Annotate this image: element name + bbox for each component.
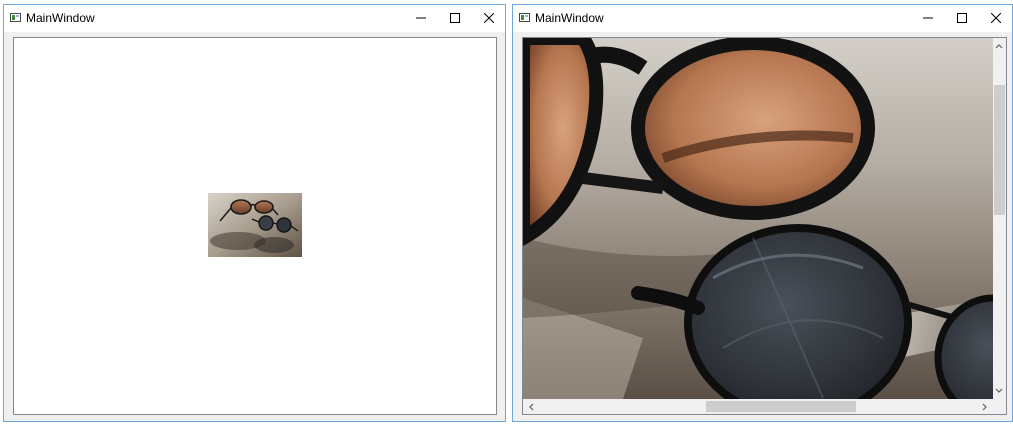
close-button[interactable]	[979, 5, 1012, 32]
maximize-button[interactable]	[438, 5, 472, 32]
sunglasses-thumbnail	[208, 193, 302, 257]
maximize-icon	[450, 13, 460, 23]
maximize-icon	[957, 13, 967, 23]
close-icon	[991, 13, 1001, 23]
minimize-button[interactable]	[404, 5, 438, 32]
title-bar[interactable]: MainWindow	[513, 5, 1012, 32]
scrollbar-corner	[993, 399, 1006, 414]
main-window-left[interactable]: MainWindow	[3, 4, 506, 422]
minimize-icon	[923, 17, 933, 19]
title-bar[interactable]: MainWindow	[4, 5, 505, 32]
horizontal-scroll-thumb[interactable]	[706, 401, 856, 412]
window-title: MainWindow	[26, 11, 95, 25]
scroll-right-arrow-icon[interactable]	[979, 401, 991, 413]
minimize-icon	[416, 17, 426, 19]
minimize-button[interactable]	[911, 5, 945, 32]
window-title: MainWindow	[535, 11, 604, 25]
scroll-down-arrow-icon[interactable]	[993, 385, 1005, 397]
close-button[interactable]	[472, 5, 505, 32]
scroll-area[interactable]	[522, 37, 1007, 415]
main-window-right[interactable]: MainWindow	[512, 4, 1013, 422]
maximize-button[interactable]	[945, 5, 979, 32]
app-window-icon[interactable]	[519, 13, 530, 22]
close-icon	[484, 13, 494, 23]
app-window-icon[interactable]	[10, 13, 21, 22]
scroll-up-arrow-icon[interactable]	[993, 40, 1005, 52]
vertical-scroll-thumb[interactable]	[994, 85, 1005, 215]
vertical-scrollbar[interactable]	[993, 38, 1006, 399]
image-viewport[interactable]	[13, 37, 497, 415]
sunglasses-photo	[523, 38, 993, 399]
horizontal-scrollbar[interactable]	[523, 399, 993, 414]
scroll-left-arrow-icon[interactable]	[525, 401, 537, 413]
